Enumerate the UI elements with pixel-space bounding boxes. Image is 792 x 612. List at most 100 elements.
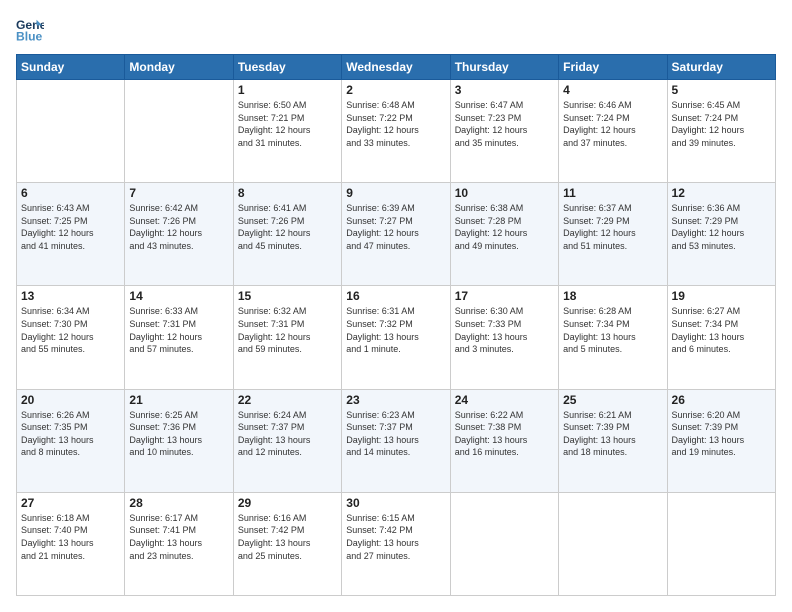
day-number: 10 <box>455 186 554 200</box>
calendar-cell: 25 Sunrise: 6:21 AM Sunset: 7:39 PM Dayli… <box>559 389 667 492</box>
day-info: Sunrise: 6:24 AM Sunset: 7:37 PM Dayligh… <box>238 409 337 459</box>
day-number: 22 <box>238 393 337 407</box>
calendar-cell: 15 Sunrise: 6:32 AM Sunset: 7:31 PM Dayli… <box>233 286 341 389</box>
calendar-cell <box>125 80 233 183</box>
day-info: Sunrise: 6:28 AM Sunset: 7:34 PM Dayligh… <box>563 305 662 355</box>
day-info: Sunrise: 6:42 AM Sunset: 7:26 PM Dayligh… <box>129 202 228 252</box>
calendar-cell: 8 Sunrise: 6:41 AM Sunset: 7:26 PM Daylig… <box>233 183 341 286</box>
logo: General Blue <box>16 16 48 44</box>
day-number: 1 <box>238 83 337 97</box>
day-info: Sunrise: 6:41 AM Sunset: 7:26 PM Dayligh… <box>238 202 337 252</box>
day-header-wednesday: Wednesday <box>342 55 450 80</box>
day-number: 3 <box>455 83 554 97</box>
day-info: Sunrise: 6:21 AM Sunset: 7:39 PM Dayligh… <box>563 409 662 459</box>
calendar-cell <box>667 492 775 595</box>
day-number: 8 <box>238 186 337 200</box>
day-info: Sunrise: 6:46 AM Sunset: 7:24 PM Dayligh… <box>563 99 662 149</box>
day-number: 7 <box>129 186 228 200</box>
calendar-cell: 30 Sunrise: 6:15 AM Sunset: 7:42 PM Dayli… <box>342 492 450 595</box>
day-info: Sunrise: 6:32 AM Sunset: 7:31 PM Dayligh… <box>238 305 337 355</box>
day-header-monday: Monday <box>125 55 233 80</box>
calendar-cell: 14 Sunrise: 6:33 AM Sunset: 7:31 PM Dayli… <box>125 286 233 389</box>
day-number: 9 <box>346 186 445 200</box>
day-header-thursday: Thursday <box>450 55 558 80</box>
day-number: 16 <box>346 289 445 303</box>
day-info: Sunrise: 6:16 AM Sunset: 7:42 PM Dayligh… <box>238 512 337 562</box>
calendar-cell: 12 Sunrise: 6:36 AM Sunset: 7:29 PM Dayli… <box>667 183 775 286</box>
day-number: 28 <box>129 496 228 510</box>
logo-icon: General Blue <box>16 16 44 44</box>
day-info: Sunrise: 6:33 AM Sunset: 7:31 PM Dayligh… <box>129 305 228 355</box>
calendar-cell: 18 Sunrise: 6:28 AM Sunset: 7:34 PM Dayli… <box>559 286 667 389</box>
day-info: Sunrise: 6:30 AM Sunset: 7:33 PM Dayligh… <box>455 305 554 355</box>
day-header-tuesday: Tuesday <box>233 55 341 80</box>
day-number: 26 <box>672 393 771 407</box>
calendar-cell: 16 Sunrise: 6:31 AM Sunset: 7:32 PM Dayli… <box>342 286 450 389</box>
day-header-sunday: Sunday <box>17 55 125 80</box>
day-number: 17 <box>455 289 554 303</box>
day-number: 11 <box>563 186 662 200</box>
day-number: 2 <box>346 83 445 97</box>
day-info: Sunrise: 6:22 AM Sunset: 7:38 PM Dayligh… <box>455 409 554 459</box>
header: General Blue <box>16 16 776 44</box>
day-info: Sunrise: 6:37 AM Sunset: 7:29 PM Dayligh… <box>563 202 662 252</box>
day-number: 20 <box>21 393 120 407</box>
calendar-table: SundayMondayTuesdayWednesdayThursdayFrid… <box>16 54 776 596</box>
calendar-cell: 6 Sunrise: 6:43 AM Sunset: 7:25 PM Daylig… <box>17 183 125 286</box>
calendar-cell: 21 Sunrise: 6:25 AM Sunset: 7:36 PM Dayli… <box>125 389 233 492</box>
day-number: 24 <box>455 393 554 407</box>
calendar-cell: 10 Sunrise: 6:38 AM Sunset: 7:28 PM Dayli… <box>450 183 558 286</box>
calendar-cell: 13 Sunrise: 6:34 AM Sunset: 7:30 PM Dayli… <box>17 286 125 389</box>
calendar-cell <box>17 80 125 183</box>
day-info: Sunrise: 6:50 AM Sunset: 7:21 PM Dayligh… <box>238 99 337 149</box>
day-info: Sunrise: 6:39 AM Sunset: 7:27 PM Dayligh… <box>346 202 445 252</box>
day-number: 4 <box>563 83 662 97</box>
calendar-cell <box>559 492 667 595</box>
calendar-cell: 9 Sunrise: 6:39 AM Sunset: 7:27 PM Daylig… <box>342 183 450 286</box>
day-header-saturday: Saturday <box>667 55 775 80</box>
day-number: 21 <box>129 393 228 407</box>
calendar-cell: 1 Sunrise: 6:50 AM Sunset: 7:21 PM Daylig… <box>233 80 341 183</box>
day-number: 25 <box>563 393 662 407</box>
day-number: 13 <box>21 289 120 303</box>
day-number: 18 <box>563 289 662 303</box>
day-number: 6 <box>21 186 120 200</box>
day-info: Sunrise: 6:31 AM Sunset: 7:32 PM Dayligh… <box>346 305 445 355</box>
day-number: 30 <box>346 496 445 510</box>
day-info: Sunrise: 6:48 AM Sunset: 7:22 PM Dayligh… <box>346 99 445 149</box>
day-info: Sunrise: 6:34 AM Sunset: 7:30 PM Dayligh… <box>21 305 120 355</box>
calendar-cell: 5Sunrise: 6:45 AM Sunset: 7:24 PM Daylig… <box>667 80 775 183</box>
day-info: Sunrise: 6:38 AM Sunset: 7:28 PM Dayligh… <box>455 202 554 252</box>
day-info: Sunrise: 6:47 AM Sunset: 7:23 PM Dayligh… <box>455 99 554 149</box>
day-info: Sunrise: 6:26 AM Sunset: 7:35 PM Dayligh… <box>21 409 120 459</box>
day-number: 27 <box>21 496 120 510</box>
calendar-cell: 3 Sunrise: 6:47 AM Sunset: 7:23 PM Daylig… <box>450 80 558 183</box>
calendar-cell: 17 Sunrise: 6:30 AM Sunset: 7:33 PM Dayli… <box>450 286 558 389</box>
day-info: Sunrise: 6:43 AM Sunset: 7:25 PM Dayligh… <box>21 202 120 252</box>
day-number: 29 <box>238 496 337 510</box>
day-info: Sunrise: 6:17 AM Sunset: 7:41 PM Dayligh… <box>129 512 228 562</box>
day-info: Sunrise: 6:20 AM Sunset: 7:39 PM Dayligh… <box>672 409 771 459</box>
day-number: 19 <box>672 289 771 303</box>
day-info: Sunrise: 6:15 AM Sunset: 7:42 PM Dayligh… <box>346 512 445 562</box>
day-info: Sunrise: 6:25 AM Sunset: 7:36 PM Dayligh… <box>129 409 228 459</box>
calendar-cell: 28 Sunrise: 6:17 AM Sunset: 7:41 PM Dayli… <box>125 492 233 595</box>
calendar-cell: 11 Sunrise: 6:37 AM Sunset: 7:29 PM Dayli… <box>559 183 667 286</box>
day-number: 14 <box>129 289 228 303</box>
day-number: 23 <box>346 393 445 407</box>
day-info: Sunrise: 6:23 AM Sunset: 7:37 PM Dayligh… <box>346 409 445 459</box>
calendar-cell: 7 Sunrise: 6:42 AM Sunset: 7:26 PM Daylig… <box>125 183 233 286</box>
calendar-cell: 27 Sunrise: 6:18 AM Sunset: 7:40 PM Dayli… <box>17 492 125 595</box>
day-info: Sunrise: 6:27 AM Sunset: 7:34 PM Dayligh… <box>672 305 771 355</box>
calendar-cell: 24 Sunrise: 6:22 AM Sunset: 7:38 PM Dayli… <box>450 389 558 492</box>
calendar-cell: 20 Sunrise: 6:26 AM Sunset: 7:35 PM Dayli… <box>17 389 125 492</box>
day-number: 15 <box>238 289 337 303</box>
day-info: Sunrise: 6:36 AM Sunset: 7:29 PM Dayligh… <box>672 202 771 252</box>
day-info: Sunrise: 6:18 AM Sunset: 7:40 PM Dayligh… <box>21 512 120 562</box>
day-info: Sunrise: 6:45 AM Sunset: 7:24 PM Dayligh… <box>672 99 771 149</box>
day-number: 12 <box>672 186 771 200</box>
calendar-cell: 22 Sunrise: 6:24 AM Sunset: 7:37 PM Dayli… <box>233 389 341 492</box>
calendar-cell: 29 Sunrise: 6:16 AM Sunset: 7:42 PM Dayli… <box>233 492 341 595</box>
svg-text:Blue: Blue <box>16 29 43 43</box>
calendar-cell: 19 Sunrise: 6:27 AM Sunset: 7:34 PM Dayli… <box>667 286 775 389</box>
